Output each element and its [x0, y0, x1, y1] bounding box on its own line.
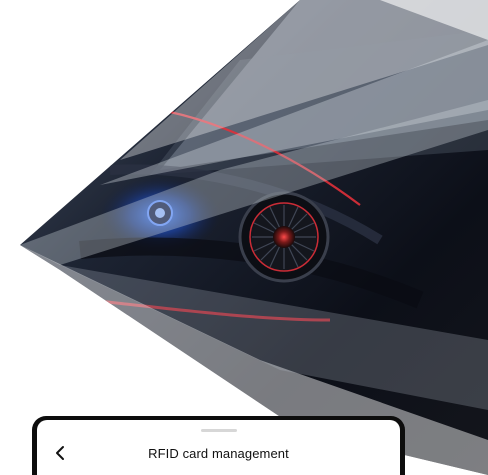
phone-screen: RFID card management: [37, 420, 400, 475]
hero-image: [0, 0, 488, 475]
page-title: RFID card management: [148, 445, 289, 461]
screen-header: RFID card management: [37, 438, 400, 468]
sheet-grabber[interactable]: [200, 429, 237, 432]
chevron-left-icon[interactable]: [49, 442, 71, 464]
page: RFID card management: [0, 0, 488, 475]
phone-frame: RFID card management: [32, 416, 405, 475]
